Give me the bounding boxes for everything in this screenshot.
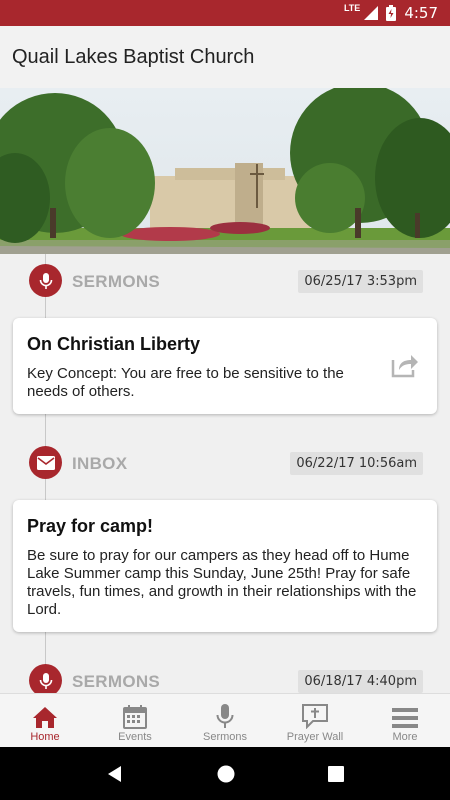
card-title: On Christian Liberty [27, 334, 201, 354]
nav-label: Prayer Wall [286, 731, 344, 743]
timeline-section-header: INBOX 06/22/17 10:56am [0, 436, 450, 479]
nav-label: Home [30, 731, 60, 743]
nav-more[interactable]: More [360, 694, 450, 747]
recents-icon[interactable] [327, 765, 345, 783]
system-navigation-bar [0, 747, 450, 800]
microphone-icon [29, 664, 62, 693]
nav-events[interactable]: Events [90, 694, 180, 747]
clock: 4:57 [404, 4, 438, 22]
network-type: LTE [343, 3, 361, 13]
share-icon[interactable] [391, 352, 419, 378]
envelope-icon [29, 446, 62, 479]
app-bar: Quail Lakes Baptist Church [0, 26, 450, 88]
timeline-section-header: SERMONS 06/25/17 3:53pm [0, 254, 450, 297]
nav-label: More [392, 731, 418, 743]
prayer-bubble-icon [302, 704, 328, 729]
section-date: 06/18/17 4:40pm [298, 670, 423, 693]
timeline-section-header: SERMONS 06/18/17 4:40pm [0, 654, 450, 693]
home-circle-icon[interactable] [216, 764, 236, 784]
nav-prayer-wall[interactable]: Prayer Wall [270, 694, 360, 747]
page-title: Quail Lakes Baptist Church [12, 45, 255, 68]
section-label: SERMONS [72, 672, 161, 691]
section-date: 06/22/17 10:56am [290, 452, 423, 475]
microphone-icon [29, 264, 62, 297]
menu-icon [392, 708, 418, 728]
card-body: Key Concept: You are free to be sensitiv… [27, 365, 344, 400]
nav-home[interactable]: Home [0, 694, 90, 747]
feed-card[interactable]: On Christian Liberty Key Concept: You ar… [13, 318, 437, 414]
battery-icon [386, 5, 397, 21]
nav-label: Sermons [202, 731, 248, 743]
timeline-feed[interactable]: SERMONS 06/25/17 3:53pm On Christian Lib… [0, 254, 450, 693]
nav-label: Events [118, 731, 152, 743]
section-label: INBOX [72, 454, 128, 473]
signal-icon [364, 6, 379, 20]
section-label: SERMONS [72, 272, 161, 291]
feed-card[interactable]: Pray for camp! Be sure to pray for our c… [13, 500, 437, 632]
microphone-icon [216, 704, 234, 728]
calendar-icon [123, 705, 147, 729]
card-body: Be sure to pray for our campers as they … [27, 547, 417, 618]
church-hero-image [0, 88, 450, 254]
bottom-navigation: Home Events Sermons Prayer Wall More [0, 693, 450, 747]
nav-sermons[interactable]: Sermons [180, 694, 270, 747]
status-bar: LTE 4:57 [0, 0, 450, 26]
home-icon [33, 707, 57, 728]
back-icon[interactable] [105, 764, 125, 784]
card-title: Pray for camp! [27, 516, 154, 536]
section-date: 06/25/17 3:53pm [298, 270, 423, 293]
